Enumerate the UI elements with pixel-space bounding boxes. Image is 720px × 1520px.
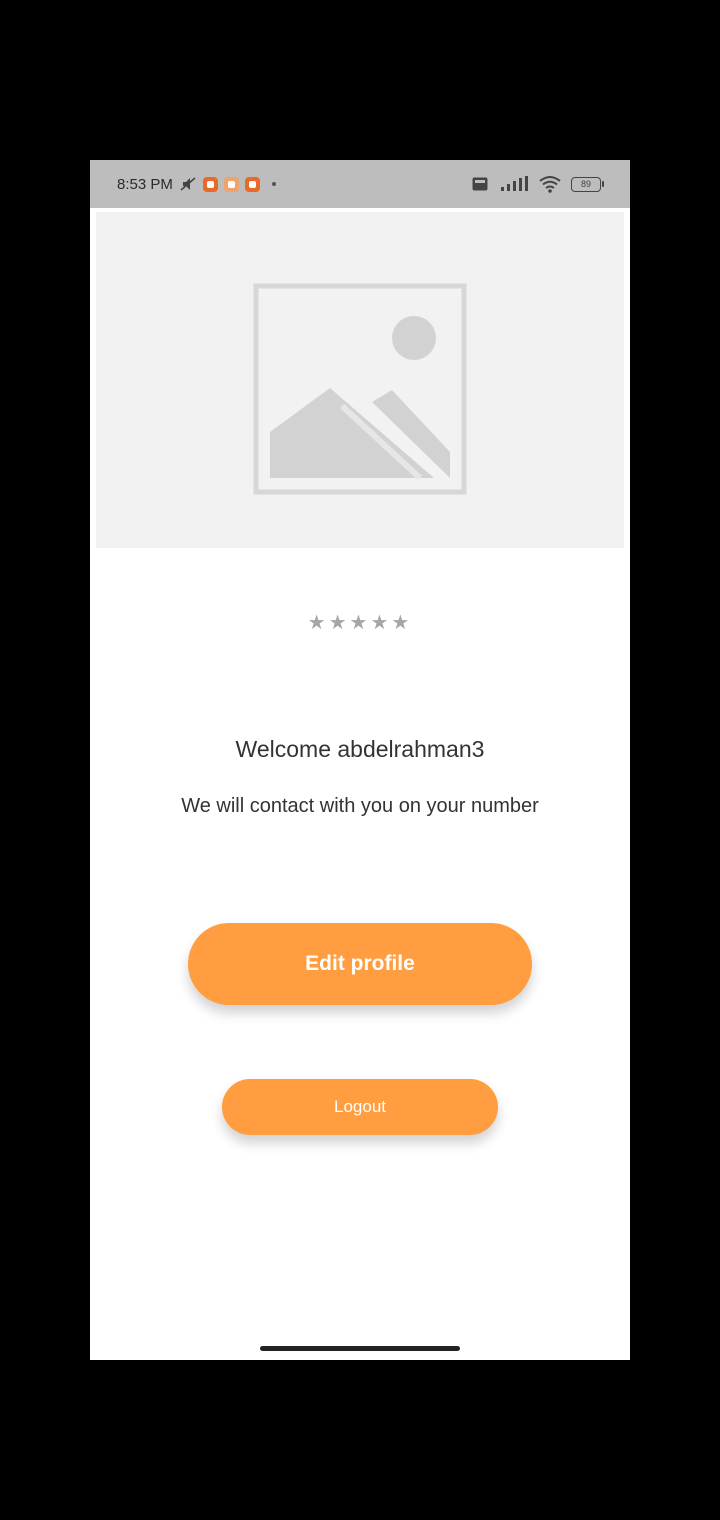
more-dot-icon — [271, 182, 276, 186]
home-indicator[interactable] — [260, 1346, 460, 1351]
app-notification-icon — [202, 176, 218, 192]
app-notification-icon — [223, 176, 239, 192]
logout-button[interactable]: Logout — [222, 1079, 498, 1135]
volte-icon — [472, 177, 488, 191]
battery-icon: 89 — [571, 176, 604, 192]
status-bar-right: 89 — [472, 175, 604, 193]
contact-message: We will contact with you on your number — [181, 795, 539, 817]
wifi-icon — [539, 176, 561, 193]
welcome-text: Welcome abdelrahman3 — [235, 736, 485, 762]
image-placeholder-icon — [253, 283, 467, 495]
mute-icon — [180, 177, 196, 191]
battery-level: 89 — [571, 176, 601, 192]
signal-icon — [501, 176, 528, 191]
profile-image — [96, 212, 624, 548]
edit-profile-button[interactable]: Edit profile — [188, 923, 532, 1005]
status-bar: 8:53 PM 89 — [90, 160, 630, 208]
app-notification-icon — [244, 176, 260, 192]
status-bar-left: 8:53 PM — [117, 176, 276, 193]
phone-screen: 8:53 PM 89 ★★★★★ Welcome abdelrahman3 We… — [90, 160, 630, 1360]
status-time: 8:53 PM — [117, 175, 173, 193]
rating-stars[interactable]: ★★★★★ — [90, 610, 630, 635]
